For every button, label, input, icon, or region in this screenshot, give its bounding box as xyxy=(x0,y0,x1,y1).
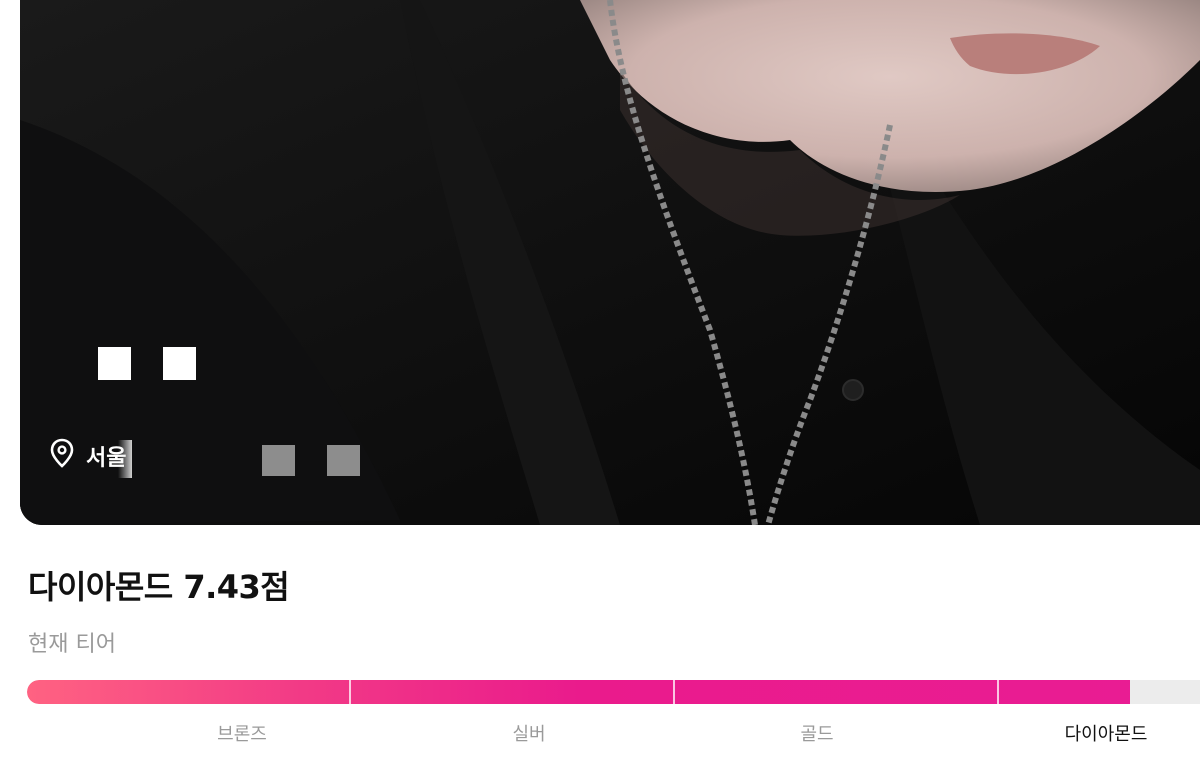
name-redaction-block xyxy=(163,347,196,380)
location-redaction-block xyxy=(327,445,360,476)
location-redaction-block xyxy=(262,445,295,476)
name-redaction-block xyxy=(98,347,131,380)
tier-divider xyxy=(997,680,999,704)
tier-subtitle: 현재 티어 xyxy=(28,632,116,657)
map-pin-icon xyxy=(48,438,76,471)
tier-divider xyxy=(349,680,351,704)
location-redaction-blur xyxy=(118,440,132,478)
tier-label-bronze: 브론즈 xyxy=(217,724,267,745)
tier-label-diamond: 다이아몬드 xyxy=(1064,724,1148,745)
tier-title: 다이아몬드 7.43점 xyxy=(28,568,290,606)
profile-photo xyxy=(20,0,1200,525)
tier-divider xyxy=(673,680,675,704)
profile-page: 서울 다이아몬드 7.43점 현재 티어 브론즈 실버 골드 다이아몬드 xyxy=(0,0,1200,773)
tier-label-gold: 골드 xyxy=(800,724,834,745)
tier-progress-track xyxy=(27,680,1200,704)
tier-progress-fill xyxy=(27,680,1130,704)
location-row: 서울 xyxy=(48,438,126,474)
profile-photo-card[interactable]: 서울 xyxy=(20,0,1200,525)
tier-label-silver: 실버 xyxy=(512,724,546,745)
